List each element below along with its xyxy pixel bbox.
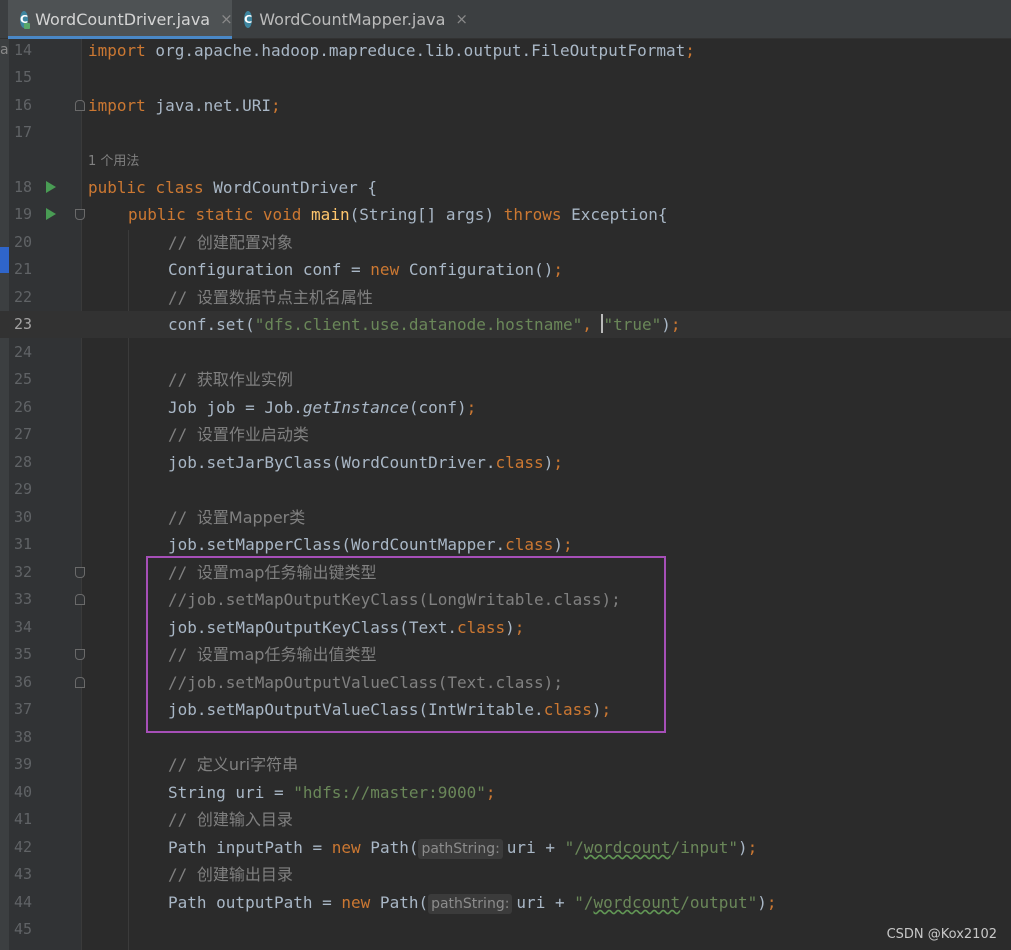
fold-end-icon[interactable]: [75, 594, 85, 605]
line-number: 36: [13, 673, 32, 691]
line-number: 23: [13, 315, 32, 333]
code-line-40: 40 String uri = "hdfs://master:9000";: [0, 779, 1011, 806]
code-comment[interactable]: // 设置作业启动类: [168, 421, 309, 448]
line-number: 39: [13, 755, 32, 773]
code-text[interactable]: Path inputPath = new Path(pathString: uri…: [168, 834, 757, 861]
code-line-17: 17: [0, 119, 1011, 146]
code-text[interactable]: String uri = "hdfs://master:9000";: [168, 779, 496, 806]
tab-label: WordCountMapper.java: [259, 9, 446, 29]
code-text[interactable]: job.setJarByClass(WordCountDriver.class)…: [168, 449, 563, 476]
run-gutter-icon[interactable]: [46, 208, 56, 220]
line-number: 14: [13, 41, 32, 59]
line-number: 45: [13, 920, 32, 938]
line-number: 21: [13, 260, 32, 278]
code-comment[interactable]: // 获取作业实例: [168, 366, 293, 393]
code-comment[interactable]: // 创建输出目录: [168, 861, 293, 888]
tab-wordcountmapper[interactable]: C WordCountMapper.java ×: [236, 0, 468, 38]
code-line-29: 29: [0, 476, 1011, 503]
close-icon[interactable]: ×: [455, 10, 468, 28]
fold-start-icon[interactable]: [75, 567, 85, 578]
code-line-19: 19 public static void main(String[] args…: [0, 201, 1011, 228]
line-number: 34: [13, 618, 32, 636]
code-text[interactable]: Job job = Job.getInstance(conf);: [168, 394, 476, 421]
line-number: 18: [13, 178, 32, 196]
fold-start-icon[interactable]: [75, 209, 85, 220]
line-number: 38: [13, 728, 32, 746]
line-number: 40: [13, 783, 32, 801]
code-line-14: 14 import org.apache.hadoop.mapreduce.li…: [0, 37, 1011, 64]
line-number: 16: [13, 96, 32, 114]
close-icon[interactable]: ×: [220, 10, 233, 28]
line-number: 42: [13, 838, 32, 856]
line-number: 32: [13, 563, 32, 581]
line-number: 20: [13, 233, 32, 251]
code-text[interactable]: Path outputPath = new Path(pathString: ur…: [168, 889, 777, 916]
line-number: 26: [13, 398, 32, 416]
parameter-hint: pathString:: [428, 894, 513, 914]
line-number: 17: [13, 123, 32, 141]
line-number: 22: [13, 288, 32, 306]
highlight-box: [146, 556, 666, 733]
line-number: 33: [13, 590, 32, 608]
code-line-23-current: 23 conf.set("dfs.client.use.datanode.hos…: [0, 311, 1011, 338]
code-line-27: 27 // 设置作业启动类: [0, 421, 1011, 448]
line-number: 41: [13, 810, 32, 828]
line-number: 31: [13, 535, 32, 553]
code-line-41: 41 // 创建输入目录: [0, 806, 1011, 833]
code-line-20: 20 // 创建配置对象: [0, 229, 1011, 256]
code-line-45: 45: [0, 916, 1011, 943]
line-number: 35: [13, 645, 32, 663]
code-text[interactable]: job.setMapperClass(WordCountMapper.class…: [168, 531, 573, 558]
line-number: 37: [13, 700, 32, 718]
code-text[interactable]: public static void main(String[] args) t…: [128, 201, 667, 228]
code-line-21: 21 Configuration conf = new Configuratio…: [0, 256, 1011, 283]
code-line-39: 39 // 定义uri字符串: [0, 751, 1011, 778]
code-comment[interactable]: // 设置数据节点主机名属性: [168, 284, 373, 311]
code-line-44: 44 Path outputPath = new Path(pathString…: [0, 889, 1011, 916]
run-gutter-icon[interactable]: [46, 181, 56, 193]
code-line-18: 18 public class WordCountDriver {: [0, 174, 1011, 201]
line-number: 43: [13, 865, 32, 883]
code-line-26: 26 Job job = Job.getInstance(conf);: [0, 394, 1011, 421]
code-comment[interactable]: // 创建输入目录: [168, 806, 293, 833]
code-text[interactable]: conf.set("dfs.client.use.datanode.hostna…: [168, 311, 681, 338]
tab-wordcountdriver[interactable]: C WordCountDriver.java ×: [8, 0, 233, 39]
line-number: 19: [13, 205, 32, 223]
line-number: 44: [13, 893, 32, 911]
tab-label: WordCountDriver.java: [35, 9, 211, 29]
code-line-30: 30 // 设置Mapper类: [0, 504, 1011, 531]
line-number: 27: [13, 425, 32, 443]
code-line-15: 15: [0, 64, 1011, 91]
code-line-16: 16 import java.net.URI;: [0, 92, 1011, 119]
editor-tab-bar: C WordCountDriver.java × C WordCountMapp…: [0, 0, 1011, 39]
fold-start-icon[interactable]: [75, 649, 85, 660]
code-line-24: 24: [0, 339, 1011, 366]
line-number: 30: [13, 508, 32, 526]
code-text[interactable]: Configuration conf = new Configuration()…: [168, 256, 563, 283]
code-comment[interactable]: // 设置Mapper类: [168, 504, 305, 531]
code-line-31: 31 job.setMapperClass(WordCountMapper.cl…: [0, 531, 1011, 558]
code-comment[interactable]: // 创建配置对象: [168, 229, 293, 256]
code-line-25: 25 // 获取作业实例: [0, 366, 1011, 393]
code-comment[interactable]: // 定义uri字符串: [168, 751, 298, 778]
watermark: CSDN @Kox2102: [886, 927, 997, 942]
parameter-hint: pathString:: [418, 839, 503, 859]
line-number: 28: [13, 453, 32, 471]
code-line-28: 28 job.setJarByClass(WordCountDriver.cla…: [0, 449, 1011, 476]
code-text[interactable]: import java.net.URI;: [88, 92, 281, 119]
line-number: 15: [13, 68, 32, 86]
code-line-43: 43 // 创建输出目录: [0, 861, 1011, 888]
code-text[interactable]: import org.apache.hadoop.mapreduce.lib.o…: [88, 37, 695, 64]
line-number: 29: [13, 480, 32, 498]
code-line-22: 22 // 设置数据节点主机名属性: [0, 284, 1011, 311]
java-class-icon: C: [244, 10, 253, 28]
code-line-42: 42 Path inputPath = new Path(pathString:…: [0, 834, 1011, 861]
usage-hint[interactable]: 1 个用法: [88, 150, 139, 169]
line-number: 24: [13, 343, 32, 361]
code-text[interactable]: public class WordCountDriver {: [88, 174, 377, 201]
fold-end-icon[interactable]: [75, 677, 85, 688]
fold-end-icon[interactable]: [75, 100, 85, 111]
line-number: 25: [13, 370, 32, 388]
java-class-run-icon: C: [20, 10, 31, 29]
